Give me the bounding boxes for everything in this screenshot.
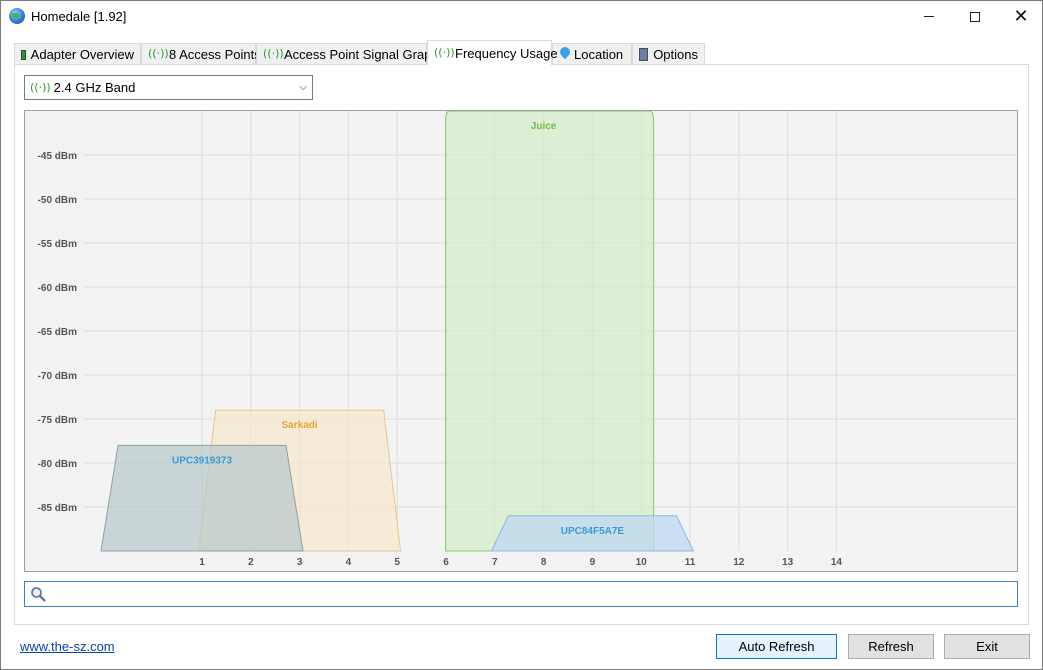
tab-label: Frequency Usage: [455, 45, 558, 61]
x-tick-label: 8: [541, 557, 547, 568]
tab-strip: Adapter Overview ((·)) 8 Access Points (…: [1, 39, 1042, 65]
tab-location[interactable]: Location: [552, 43, 632, 64]
refresh-button[interactable]: Refresh: [848, 634, 934, 659]
tab-options[interactable]: Options: [632, 43, 705, 64]
network-label: UPC84F5A7E: [561, 526, 625, 537]
y-tick-label: -50 dBm: [38, 195, 78, 206]
antenna-icon: ((·)): [148, 47, 169, 60]
website-link[interactable]: www.the-sz.com: [20, 639, 115, 654]
homedale-window: Homedale [1.92] ✕ Adapter Overview ((·))…: [0, 0, 1043, 670]
maximize-button[interactable]: [952, 1, 998, 32]
x-tick-label: 6: [443, 557, 449, 568]
network-label: Juice: [531, 121, 557, 132]
tab-label: Location: [574, 46, 624, 62]
antenna-icon: ((·)): [263, 47, 284, 60]
tab-label: Access Point Signal Graph: [284, 46, 439, 62]
y-tick-label: -55 dBm: [38, 239, 78, 250]
x-tick-label: 5: [394, 557, 400, 568]
x-tick-label: 14: [831, 557, 843, 568]
antenna-icon: ((·)): [434, 46, 455, 59]
search-input[interactable]: [24, 581, 1018, 607]
close-icon: ✕: [1013, 5, 1029, 27]
y-tick-label: -70 dBm: [38, 371, 78, 382]
y-tick-label: -60 dBm: [38, 283, 78, 294]
y-tick-label: -65 dBm: [38, 327, 78, 338]
exit-button[interactable]: Exit: [944, 634, 1030, 659]
x-tick-label: 13: [782, 557, 794, 568]
options-icon: [639, 47, 649, 61]
network-area-juice: [445, 111, 655, 552]
tab-adapter-overview[interactable]: Adapter Overview: [14, 43, 141, 64]
x-tick-label: 4: [346, 557, 352, 568]
title-bar: Homedale [1.92] ✕: [1, 1, 1042, 32]
y-tick-label: -85 dBm: [38, 503, 78, 514]
frequency-usage-chart: Juice Sarkadi UPC3919373 UPC84F5A7E -45 dBm -…: [24, 110, 1019, 572]
tab-label: 8 Access Points: [169, 46, 261, 62]
window-title: Homedale [1.92]: [31, 9, 127, 24]
x-tick-label: 10: [636, 557, 648, 568]
tab-signal-graph[interactable]: ((·)) Access Point Signal Graph: [256, 43, 439, 64]
x-tick-label: 7: [492, 557, 498, 568]
network-label: UPC3919373: [172, 455, 232, 466]
close-button[interactable]: ✕: [998, 1, 1043, 32]
search-icon: [31, 587, 46, 602]
y-tick-label: -45 dBm: [38, 151, 78, 162]
minimize-button[interactable]: [906, 1, 952, 32]
x-tick-label: 11: [685, 557, 696, 568]
y-tick-label: -80 dBm: [38, 459, 78, 470]
network-label: Sarkadi: [282, 420, 318, 431]
x-tick-label: 9: [590, 557, 596, 568]
x-tick-label: 12: [733, 557, 745, 568]
x-tick-label: 1: [199, 557, 205, 568]
antenna-icon: ((·)): [30, 81, 51, 94]
tab-access-points[interactable]: ((·)) 8 Access Points: [141, 43, 261, 64]
tab-frequency-usage[interactable]: ((·)) Frequency Usage: [427, 40, 558, 65]
auto-refresh-button[interactable]: Auto Refresh: [716, 634, 837, 659]
band-select-value: 2.4 GHz Band: [53, 80, 136, 95]
app-globe-icon: [9, 8, 25, 24]
maximize-icon: [970, 11, 980, 22]
minimize-icon: [924, 16, 934, 17]
tab-label: Adapter Overview: [30, 46, 134, 62]
chart-canvas: Juice Sarkadi UPC3919373 UPC84F5A7E -45 dBm -…: [38, 111, 1019, 568]
x-tick-label: 2: [248, 557, 254, 568]
location-pin-icon: [559, 47, 569, 61]
band-select[interactable]: ((·)) 2.4 GHz Band ⌵: [24, 75, 313, 100]
adapter-icon: [21, 50, 26, 60]
x-tick-label: 3: [297, 557, 303, 568]
tab-label: Options: [653, 46, 698, 62]
chevron-down-icon: ⌵: [299, 82, 307, 93]
y-tick-label: -75 dBm: [38, 415, 78, 426]
